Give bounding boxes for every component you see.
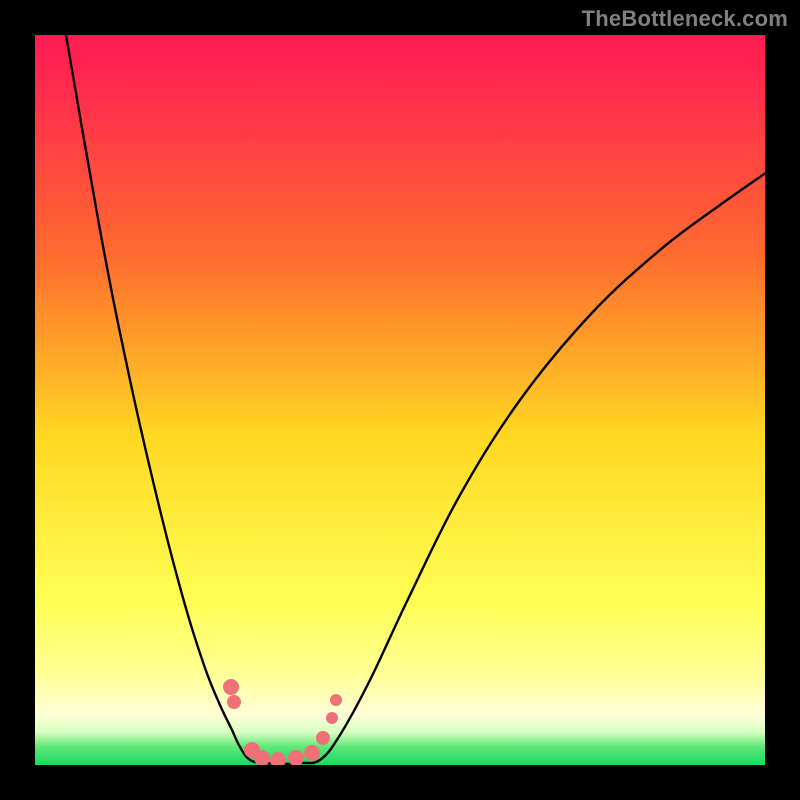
plot-background (35, 35, 765, 765)
outer-frame: { "watermark": "TheBottleneck.com", "col… (0, 0, 800, 800)
data-marker (254, 750, 270, 766)
chart-canvas (0, 0, 800, 800)
data-marker (223, 679, 239, 695)
data-marker (330, 694, 342, 706)
data-marker (316, 731, 330, 745)
data-marker (288, 750, 304, 766)
watermark-text: TheBottleneck.com (582, 6, 788, 32)
data-marker (304, 745, 320, 761)
data-marker (326, 712, 338, 724)
data-marker (227, 695, 241, 709)
data-marker (270, 752, 286, 768)
